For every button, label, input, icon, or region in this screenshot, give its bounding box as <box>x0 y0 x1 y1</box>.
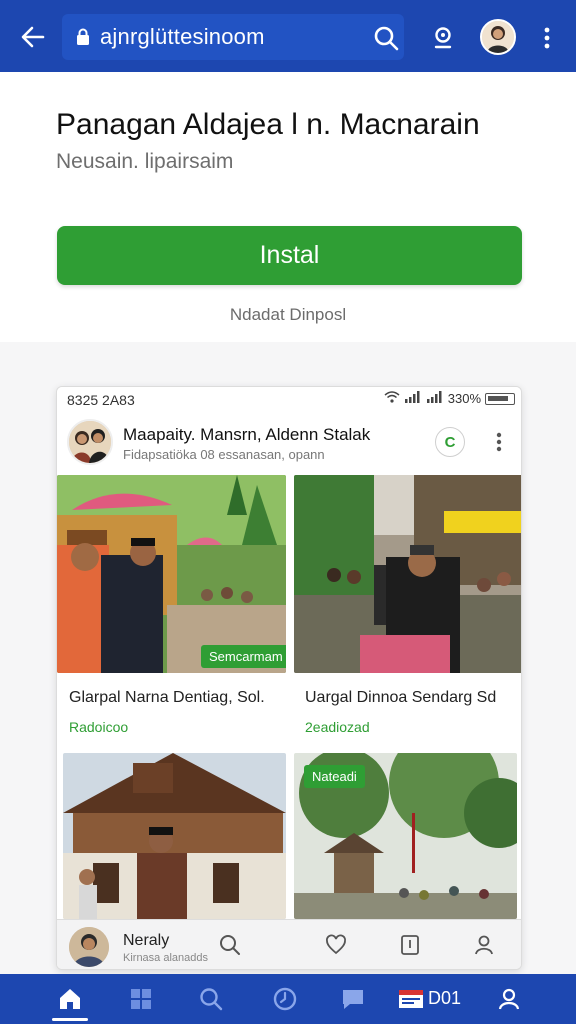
profile-icon[interactable] <box>494 984 524 1014</box>
street-crowd-photo <box>294 475 521 673</box>
battery-percent: 330% <box>447 391 481 406</box>
location-pin-icon[interactable] <box>427 22 459 54</box>
tile-caption: Uargal Dinnoa Sendarg Sd <box>305 689 497 706</box>
lock-icon <box>74 26 92 48</box>
status-bar: 8325 2A83 330% <box>57 387 521 413</box>
traditional-house-photo <box>63 753 286 919</box>
bottom-nav-bar: D01 <box>0 974 576 1024</box>
more-vert-icon[interactable] <box>534 22 560 54</box>
tile-caption: Glarpal Narna Dentiag, Sol. <box>69 689 265 706</box>
search-icon[interactable] <box>370 22 402 54</box>
photo-tile-2[interactable] <box>294 475 521 673</box>
profile-icon[interactable] <box>471 932 497 958</box>
market-crowd-photo <box>57 475 286 673</box>
url-text: ajnrglüttesinoom <box>100 24 265 49</box>
inner-nav-label: Neraly <box>123 932 170 949</box>
tile-meta: 2eadiozad <box>305 719 370 735</box>
battery-icon <box>485 392 515 405</box>
grid-icon[interactable] <box>126 984 156 1014</box>
clock-icon[interactable] <box>270 984 300 1014</box>
url-field[interactable]: ajnrglüttesinoom <box>62 14 404 60</box>
status-icons: 330% <box>384 391 515 406</box>
account-avatar[interactable] <box>480 19 516 55</box>
browser-top-bar: ajnrglüttesinoom <box>0 0 576 72</box>
active-indicator <box>52 1018 88 1021</box>
inner-nav-sub: Kirnasa alanadds <box>123 952 209 964</box>
profile-avatar[interactable] <box>67 419 113 465</box>
more-vert-icon[interactable] <box>489 427 509 457</box>
signal-icon <box>404 391 422 406</box>
search-icon[interactable] <box>217 932 243 958</box>
phone-preview: 8325 2A83 330% Maapaity. Mansrn, Aldenn … <box>56 386 522 970</box>
chat-icon[interactable] <box>338 984 368 1014</box>
signal-icon-2 <box>426 391 444 406</box>
wifi-icon <box>384 391 400 406</box>
heart-icon[interactable] <box>323 932 349 958</box>
tile-meta: Radoicoo <box>69 719 129 735</box>
home-icon[interactable] <box>55 984 85 1014</box>
inner-nav-bar: Neraly Kirnasa alanadds <box>57 919 521 969</box>
photo-tile-4[interactable]: Nateadi <box>294 753 517 919</box>
photo-tile-1[interactable]: Semcarmam <box>57 475 286 673</box>
search-icon[interactable] <box>196 984 226 1014</box>
back-arrow-icon[interactable] <box>14 20 52 54</box>
refresh-button[interactable]: C <box>435 427 465 457</box>
status-time: 8325 2A83 <box>67 392 135 408</box>
document-icon[interactable] <box>397 932 423 958</box>
app-subtitle: Neusain. lipairsaim <box>56 150 234 173</box>
tile-badge: Semcarmam <box>201 645 286 668</box>
profile-subtitle: Fidapsatiöka 08 essanasan, opann <box>123 447 325 462</box>
profile-row: Maapaity. Mansrn, Aldenn Stalak Fidapsat… <box>57 415 521 473</box>
install-note: Ndadat Dinposl <box>229 305 347 324</box>
tile-badge: Nateadi <box>304 765 365 788</box>
app-title: Panagan Aldajea l n. Macnarain <box>56 108 480 141</box>
inbox-icon[interactable] <box>396 984 426 1014</box>
profile-name: Maapaity. Mansrn, Aldenn Stalak <box>123 425 371 444</box>
install-button[interactable]: Instal <box>57 226 522 285</box>
photo-tile-3[interactable] <box>63 753 286 919</box>
inbox-count: D01 <box>428 988 462 1008</box>
inner-avatar[interactable] <box>69 927 109 967</box>
